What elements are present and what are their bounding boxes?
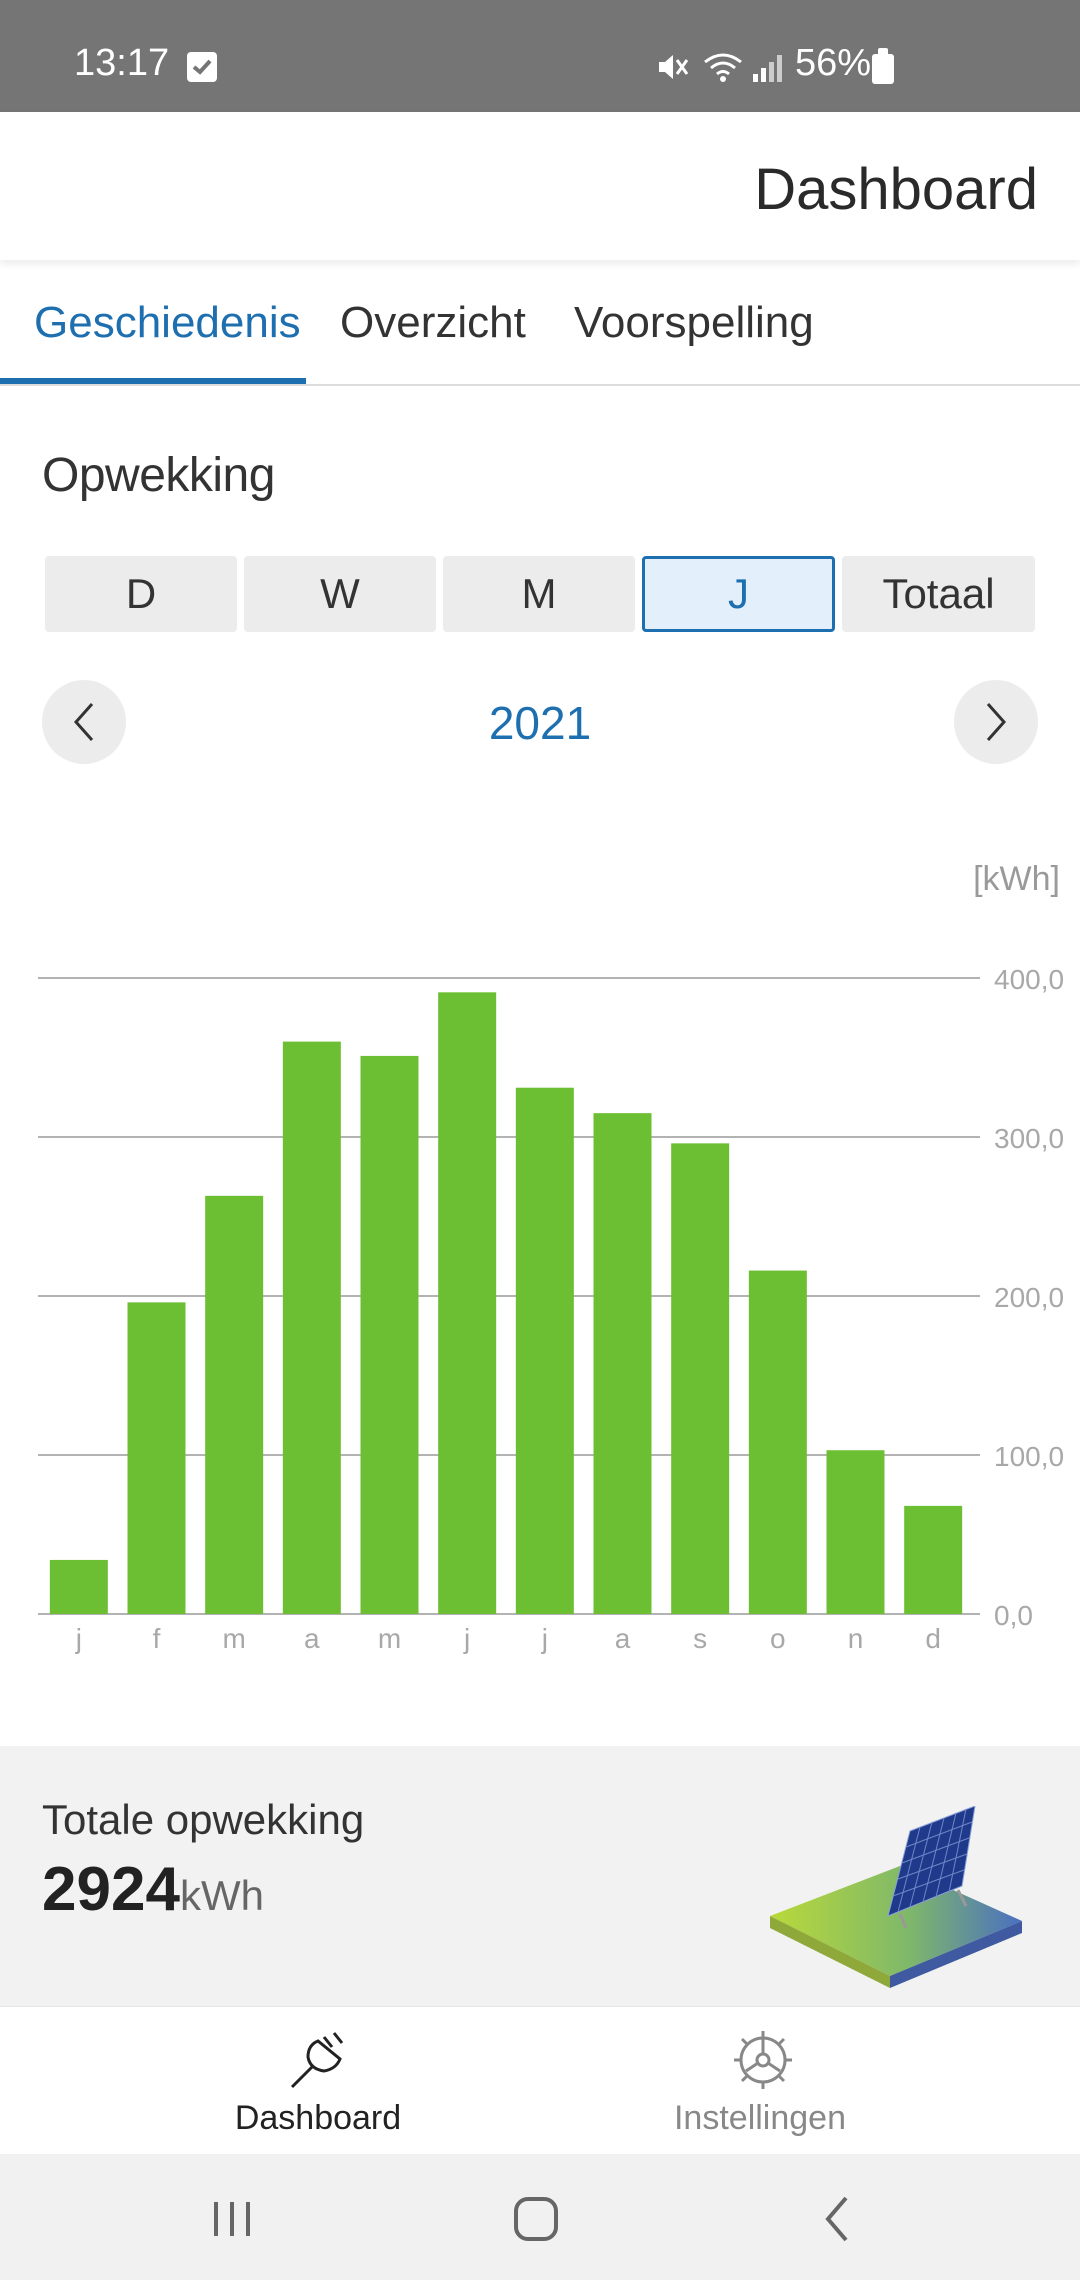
- total-number: 2924: [42, 1855, 180, 1924]
- bar-6[interactable]: [515, 1087, 574, 1614]
- period-day-button[interactable]: D: [45, 556, 237, 632]
- period-week-button[interactable]: W: [244, 556, 436, 632]
- bar-7[interactable]: [593, 1113, 652, 1614]
- bar-9[interactable]: [748, 1270, 807, 1614]
- x-tick-label: n: [848, 1623, 864, 1654]
- y-tick-label: 200,0: [994, 1282, 1064, 1313]
- totals-panel: Totale opwekking 2924kWh: [0, 1746, 1080, 2006]
- system-navigation-bar: [0, 2154, 1080, 2280]
- wifi-icon: [704, 53, 742, 82]
- y-tick-label: 100,0: [994, 1441, 1064, 1472]
- status-time: 13:17: [74, 42, 170, 84]
- x-tick-label: o: [770, 1623, 786, 1654]
- x-tick-label: a: [304, 1623, 320, 1654]
- production-chart: [kWh] 0,0 100,0 200,0 300,0 400,0 j f m a m j j a s o n…: [0, 840, 1080, 1680]
- bottom-navigation: Dashboard Instellingen: [0, 2006, 1080, 2154]
- tab-voorspelling[interactable]: Voorspelling: [574, 298, 814, 348]
- bar-5[interactable]: [438, 992, 497, 1614]
- x-tick-label: j: [75, 1623, 82, 1654]
- x-tick-label: j: [463, 1623, 470, 1654]
- x-tick-label: a: [615, 1623, 631, 1654]
- task-check-icon: [187, 52, 217, 82]
- battery-level: 56%: [795, 42, 872, 84]
- recent-apps-icon[interactable]: [192, 2184, 272, 2254]
- selected-year: 2021: [488, 697, 592, 749]
- tab-geschiedenis[interactable]: Geschiedenis: [34, 298, 301, 348]
- chart-unit-label: [kWh]: [973, 860, 1060, 898]
- chevron-right-icon: [986, 703, 1007, 741]
- x-tick-label: f: [153, 1623, 161, 1654]
- nav-dashboard[interactable]: Dashboard: [168, 2007, 468, 2155]
- nav-instellingen[interactable]: Instellingen: [610, 2007, 910, 2155]
- signal-icon: [753, 55, 782, 82]
- total-label: Totale opwekking: [42, 1796, 365, 1843]
- period-year-button[interactable]: J: [642, 556, 835, 632]
- period-month-button[interactable]: M: [443, 556, 635, 632]
- total-value: 2924kWh: [42, 1854, 264, 1925]
- solar-panel-illustration: [770, 1806, 1022, 1988]
- mute-icon: [659, 55, 689, 79]
- section-title: Opwekking: [42, 449, 275, 502]
- tab-bar: Geschiedenis Overzicht Voorspelling: [0, 268, 1080, 386]
- bar-2[interactable]: [205, 1195, 264, 1614]
- page-title: Dashboard: [754, 157, 1038, 222]
- settings-gear-icon: [734, 2031, 792, 2089]
- bar-10[interactable]: [826, 1450, 885, 1614]
- bar-1[interactable]: [127, 1302, 186, 1614]
- x-tick-label: m: [223, 1623, 246, 1654]
- status-icons: [655, 50, 785, 84]
- bar-0[interactable]: [49, 1559, 108, 1614]
- nav-dashboard-label: Dashboard: [234, 2099, 402, 2137]
- bar-3[interactable]: [282, 1041, 341, 1614]
- bar-11[interactable]: [904, 1505, 963, 1614]
- x-tick-label: d: [925, 1623, 941, 1654]
- x-tick-label: j: [541, 1623, 548, 1654]
- y-tick-label: 0,0: [994, 1600, 1033, 1631]
- period-total-button[interactable]: Totaal: [842, 556, 1035, 632]
- y-tick-label: 300,0: [994, 1123, 1064, 1154]
- battery-icon: [872, 48, 894, 84]
- nav-instellingen-label: Instellingen: [673, 2099, 846, 2137]
- y-tick-label: 400,0: [994, 964, 1064, 995]
- status-bar: 13:17 56%: [0, 0, 1080, 112]
- tab-overzicht[interactable]: Overzicht: [340, 298, 526, 348]
- bar-chart: 0,0 100,0 200,0 300,0 400,0 j f m a m j j a s o n d: [38, 964, 1064, 1654]
- back-icon[interactable]: [798, 2184, 878, 2254]
- home-icon[interactable]: [496, 2184, 576, 2254]
- bar-4[interactable]: [360, 1055, 419, 1614]
- next-year-button[interactable]: [954, 680, 1038, 764]
- plug-icon: [290, 2032, 344, 2089]
- x-tick-label: s: [693, 1623, 707, 1654]
- active-tab-indicator: [0, 378, 306, 384]
- x-tick-label: m: [378, 1623, 401, 1654]
- app-header: Dashboard: [0, 112, 1080, 260]
- total-unit: kWh: [179, 1872, 264, 1919]
- bar-8[interactable]: [671, 1143, 730, 1614]
